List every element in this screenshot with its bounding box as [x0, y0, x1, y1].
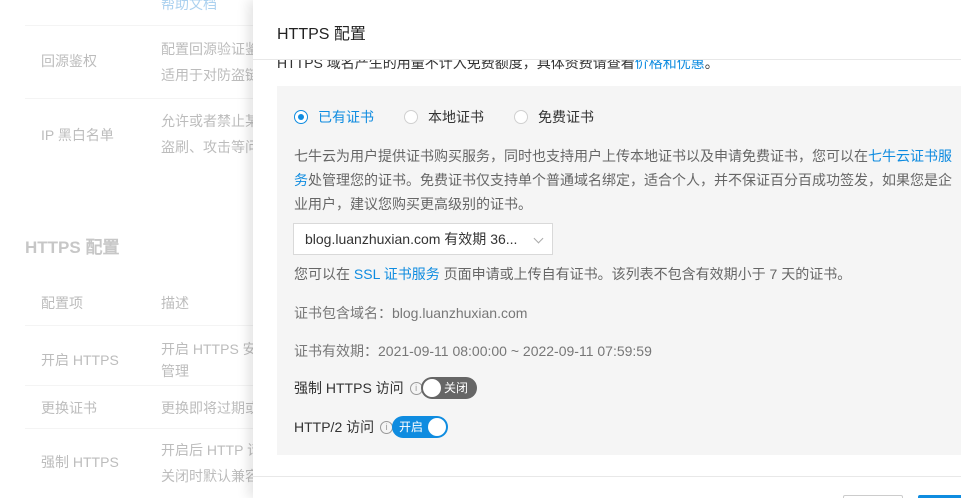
force-https-toggle[interactable]: 关闭	[421, 377, 477, 399]
radio-existing-cert[interactable]: 已有证书	[294, 107, 374, 127]
ssl-service-link[interactable]: SSL 证书服务	[354, 266, 440, 282]
chevron-down-icon	[533, 233, 544, 244]
cert-hint-text: 您可以在	[294, 266, 350, 282]
cert-domain: 证书包含域名：blog.luanzhuxian.com	[294, 305, 528, 321]
cert-select[interactable]: blog.luanzhuxian.com 有效期 36...	[293, 223, 553, 255]
https-config-drawer: HTTPS 配置 HTTPS 域名产生的用量不计入免费额度，具体资费请查看价格和…	[253, 0, 961, 498]
drawer-header: HTTPS 配置	[253, 0, 961, 60]
drawer-body: HTTPS 域名产生的用量不计入免费额度，具体资费请查看价格和优惠。 已有证书 …	[253, 55, 961, 480]
toggle-knob	[428, 418, 446, 436]
cert-validity: 证书有效期：2021-09-11 08:00:00 ~ 2022-09-11 0…	[294, 343, 652, 359]
radio-free-cert[interactable]: 免费证书	[514, 107, 594, 127]
radio-local-cert[interactable]: 本地证书	[404, 107, 484, 127]
http2-toggle[interactable]: 开启	[392, 416, 448, 438]
drawer-title: HTTPS 配置	[277, 26, 366, 43]
cert-select-value: blog.luanzhuxian.com 有效期 36...	[305, 231, 518, 247]
radio-unchecked-icon	[514, 110, 528, 124]
cert-description: 七牛云为用户提供证书购买服务，同时也支持用户上传本地证书以及申请免费证书，您可以…	[294, 144, 954, 216]
cert-desc-text: 处管理您的证书。免费证书仅支持单个普通域名绑定，适合个人，并不保证百分百成功签发…	[294, 172, 952, 212]
cert-source-radio-group: 已有证书 本地证书 免费证书	[294, 107, 624, 127]
force-https-label: 强制 HTTPS 访问	[294, 380, 404, 396]
toggle-state: 关闭	[443, 381, 468, 395]
radio-unchecked-icon	[404, 110, 418, 124]
toggle-state: 开启	[399, 420, 424, 434]
radio-checked-icon	[294, 110, 308, 124]
http2-row: HTTP/2 访问 i	[294, 416, 394, 438]
cert-desc-text: 七牛云为用户提供证书购买服务，同时也支持用户上传本地证书以及申请免费证书，您可以…	[294, 148, 868, 164]
force-https-row: 强制 HTTPS 访问 i	[294, 377, 423, 399]
radio-label: 本地证书	[428, 109, 484, 125]
drawer-footer	[253, 476, 961, 498]
toggle-knob	[423, 379, 441, 397]
http2-label: HTTP/2 访问	[294, 419, 375, 435]
cert-hint-text: 页面申请或上传自有证书。该列表不包含有效期小于 7 天的证书。	[443, 266, 852, 282]
cert-hint: 您可以在 SSL 证书服务 页面申请或上传自有证书。该列表不包含有效期小于 7 …	[294, 264, 851, 284]
cert-panel: 已有证书 本地证书 免费证书 七牛云为用户提供证书购买服务，同时也支持用户上传本…	[277, 86, 961, 455]
radio-label: 已有证书	[318, 109, 374, 125]
radio-label: 免费证书	[538, 109, 594, 125]
